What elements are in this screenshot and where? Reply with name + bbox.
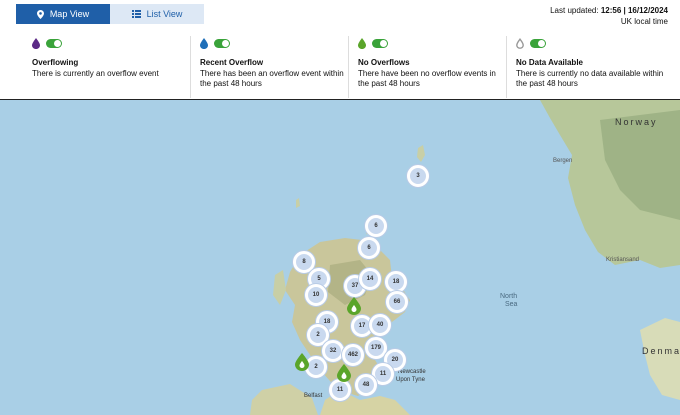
last-updated: Last updated: 12:56 | 16/12/2024 UK loca… [550,5,668,27]
legend-overflowing: Overflowing There is currently an overfl… [0,36,190,98]
tab-list-view-label: List View [146,9,183,19]
legend-recent-overflow: Recent Overflow There has been an overfl… [190,36,348,98]
list-icon [131,10,141,18]
legend-title: Overflowing [32,58,79,67]
droplet-icon [358,37,366,49]
legend-title: No Overflows [358,58,410,67]
tab-map-view[interactable]: Map View [16,4,110,24]
time-zone: UK local time [620,17,668,26]
map-label-newcastle: Newcastle [398,369,426,375]
last-updated-value: 12:56 | 16/12/2024 [600,6,668,15]
legend-desc: There have been no overflow events in th… [358,69,496,88]
legend-desc: There is currently no data available wit… [516,69,664,88]
map-pin-icon [36,9,44,19]
cluster-marker[interactable]: 48 [355,374,377,396]
map-label-denmark: Denmar [642,346,680,356]
cluster-marker[interactable]: 6 [365,215,387,237]
tab-list-view[interactable]: List View [110,4,204,24]
legend-title: Recent Overflow [200,58,264,67]
overflowing-toggle[interactable] [46,38,62,48]
droplet-icon [32,37,40,49]
no-overflows-toggle[interactable] [372,38,388,48]
map-label-norway: Norway [615,117,658,127]
cluster-marker[interactable]: 66 [386,291,408,313]
cluster-marker[interactable]: 462 [342,344,364,366]
no-data-toggle[interactable] [530,38,546,48]
cluster-marker[interactable]: 14 [359,268,381,290]
legend-no-data: No Data Available There is currently no … [506,36,664,98]
cluster-marker[interactable]: 32 [322,340,344,362]
tab-map-view-label: Map View [49,9,90,19]
legend-desc: There is currently an overflow event [32,69,159,78]
cluster-marker[interactable]: 3 [407,165,429,187]
legend: Overflowing There is currently an overfl… [0,36,680,98]
map-label-bergen: Bergen [553,158,573,164]
map-label-north-sea-2: Sea [505,301,518,308]
no-overflow-marker-icon[interactable] [295,353,309,371]
droplet-outline-icon [516,37,524,49]
last-updated-prefix: Last updated: [550,6,601,15]
cluster-marker[interactable]: 40 [369,314,391,336]
no-overflow-marker-icon[interactable] [337,364,351,382]
map-label-north-sea: North [500,293,518,300]
no-overflow-marker-icon[interactable] [347,297,361,315]
map-label-kristiansand: Kristiansand [606,257,640,263]
map-canvas[interactable]: Norway Bergen Kristiansand North Sea Den… [0,100,680,415]
droplet-icon [200,37,208,49]
legend-desc: There has been an overflow event within … [200,69,344,88]
cluster-marker[interactable]: 10 [305,284,327,306]
legend-title: No Data Available [516,58,583,67]
cluster-marker[interactable]: 18 [385,271,407,293]
map-label-belfast: Belfast [304,393,323,399]
view-tabs: Map View List View [16,4,204,24]
recent-overflow-toggle[interactable] [214,38,230,48]
cluster-marker[interactable]: 11 [329,379,351,401]
legend-no-overflows: No Overflows There have been no overflow… [348,36,506,98]
map-label-upon-tyne: Upon Tyne [396,377,425,383]
cluster-marker[interactable]: 6 [358,237,380,259]
